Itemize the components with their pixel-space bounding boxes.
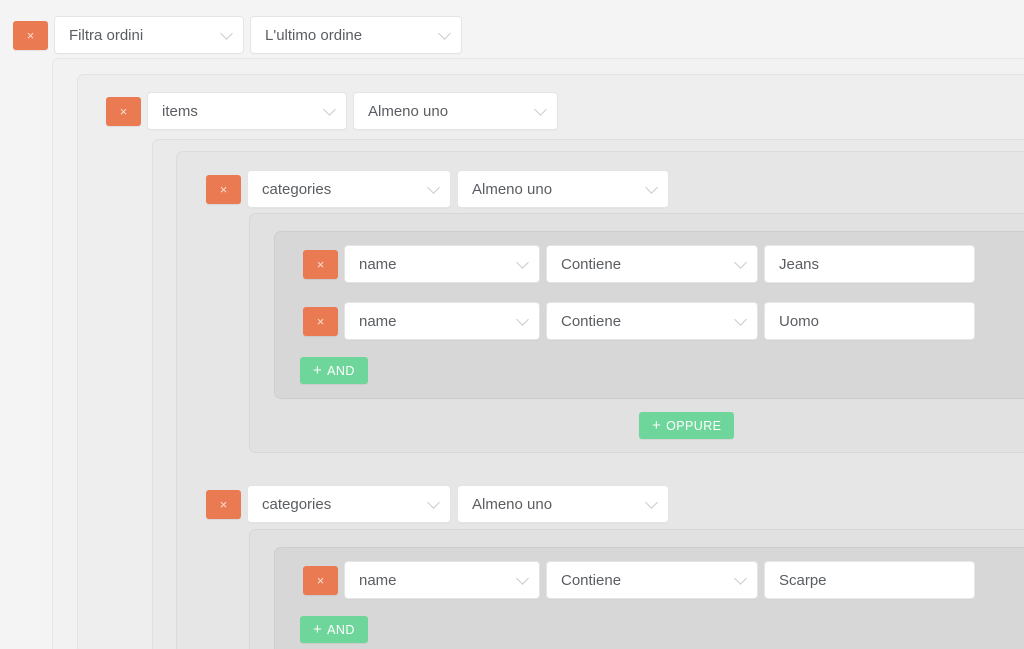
condition-value-text: Jeans (779, 255, 820, 273)
items-field-select-value: items (162, 102, 198, 120)
condition-operator-select[interactable]: Contiene (546, 245, 758, 283)
root-scope-select[interactable]: L'ultimo ordine (250, 16, 462, 54)
delete-category-group-2-button[interactable]: × (206, 489, 241, 519)
condition-row: × name Contiene Uomo (303, 302, 975, 340)
category-group-2-quantifier-value: Almeno uno (472, 495, 553, 513)
root-entity-select-value: Filtra ordini (69, 26, 144, 44)
category-group-2-row: × categories Almeno uno (206, 485, 669, 523)
condition-operator-select[interactable]: Contiene (546, 561, 758, 599)
chevron-down-icon (516, 572, 529, 585)
chevron-down-icon (516, 313, 529, 326)
condition-value-text: Uomo (779, 312, 820, 330)
category-group-1-field-select[interactable]: categories (247, 170, 451, 208)
condition-field-select[interactable]: name (344, 561, 540, 599)
category-group-1-field-value: categories (262, 180, 332, 198)
category-group-1-quantifier-select[interactable]: Almeno uno (457, 170, 669, 208)
category-group-2-field-select[interactable]: categories (247, 485, 451, 523)
condition-row: × name Contiene Scarpe (303, 561, 975, 599)
chevron-down-icon (734, 256, 747, 269)
root-rule-row: × Filtra ordini L'ultimo ordine (13, 16, 462, 54)
delete-condition-button[interactable]: × (303, 249, 338, 279)
delete-condition-button[interactable]: × (303, 306, 338, 336)
plus-icon: + (652, 416, 662, 434)
items-field-select[interactable]: items (147, 92, 347, 130)
condition-operator-value: Contiene (561, 255, 622, 273)
plus-icon: + (313, 361, 323, 379)
condition-field-value: name (359, 571, 397, 589)
category-group-1-quantifier-value: Almeno uno (472, 180, 553, 198)
chevron-down-icon (427, 181, 440, 194)
condition-field-select[interactable]: name (344, 245, 540, 283)
condition-operator-value: Contiene (561, 571, 622, 589)
category-group-2-quantifier-select[interactable]: Almeno uno (457, 485, 669, 523)
condition-field-value: name (359, 312, 397, 330)
condition-value-text: Scarpe (779, 571, 827, 589)
category-group-1-row: × categories Almeno uno (206, 170, 669, 208)
chevron-down-icon (323, 103, 336, 116)
chevron-down-icon (220, 27, 233, 40)
condition-row: × name Contiene Jeans (303, 245, 975, 283)
add-and-condition-label: AND (327, 622, 355, 637)
root-scope-select-value: L'ultimo ordine (265, 26, 363, 44)
chevron-down-icon (534, 103, 547, 116)
delete-category-group-1-button[interactable]: × (206, 174, 241, 204)
add-and-condition-label: AND (327, 363, 355, 378)
chevron-down-icon (516, 256, 529, 269)
add-and-condition-button[interactable]: + AND (300, 357, 368, 384)
items-rule-row: × items Almeno uno (106, 92, 558, 130)
chevron-down-icon (438, 27, 451, 40)
delete-root-rule-button[interactable]: × (13, 20, 48, 50)
chevron-down-icon (734, 572, 747, 585)
add-or-group-button[interactable]: + OPPURE (639, 412, 735, 439)
chevron-down-icon (427, 496, 440, 509)
items-quantifier-select-value: Almeno uno (368, 102, 449, 120)
root-entity-select[interactable]: Filtra ordini (54, 16, 244, 54)
delete-condition-button[interactable]: × (303, 565, 338, 595)
chevron-down-icon (645, 496, 658, 509)
plus-icon: + (313, 620, 323, 638)
condition-value-input[interactable]: Scarpe (764, 561, 975, 599)
condition-value-input[interactable]: Uomo (764, 302, 975, 340)
condition-field-select[interactable]: name (344, 302, 540, 340)
condition-value-input[interactable]: Jeans (764, 245, 975, 283)
condition-operator-value: Contiene (561, 312, 622, 330)
items-quantifier-select[interactable]: Almeno uno (353, 92, 558, 130)
condition-field-value: name (359, 255, 397, 273)
add-or-group-label: OPPURE (666, 418, 722, 433)
condition-operator-select[interactable]: Contiene (546, 302, 758, 340)
chevron-down-icon (734, 313, 747, 326)
add-and-condition-button[interactable]: + AND (300, 616, 368, 643)
category-group-2-field-value: categories (262, 495, 332, 513)
delete-items-rule-button[interactable]: × (106, 96, 141, 126)
chevron-down-icon (645, 181, 658, 194)
